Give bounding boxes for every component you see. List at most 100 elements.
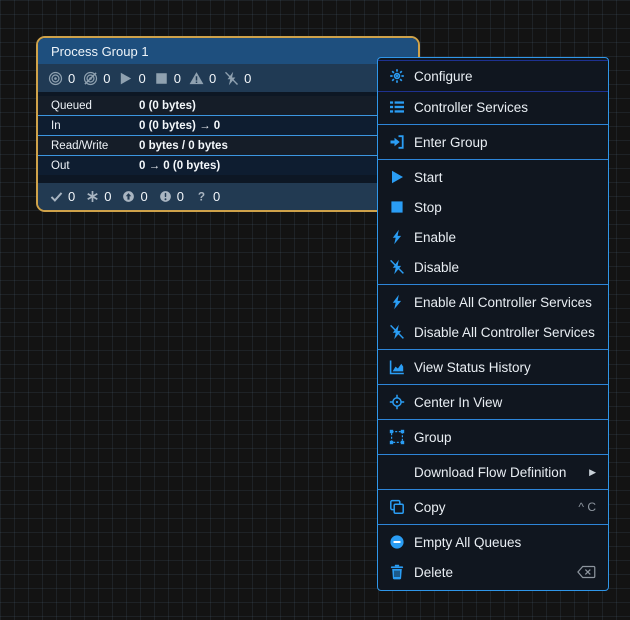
bullseye-slash-icon (83, 71, 98, 86)
menu-item-label: Stop (414, 199, 442, 215)
version-count: 0 (104, 189, 112, 204)
menu-item-disable[interactable]: Disable (378, 252, 608, 282)
stat-value: 0 → 0 (0 bytes) (139, 159, 221, 172)
menu-item-empty-all-queues[interactable]: Empty All Queues (378, 527, 608, 557)
stat-row-read-write: Read/Write 0 bytes / 0 bytes (38, 135, 418, 155)
process-group[interactable]: Process Group 1 0 0 0 0 0 0 Queued 0 (0 bytes… (36, 36, 420, 212)
version-count: 0 (212, 189, 221, 204)
menu-item-label: Copy (414, 499, 446, 515)
process-group-version-bar: 0 0 0 0 0 (38, 183, 418, 210)
warning-triangle-icon (189, 71, 204, 86)
minus-circle-icon (389, 534, 405, 550)
gear-icon (389, 68, 405, 84)
menu-item-label: Empty All Queues (414, 534, 522, 550)
status-count: 0 (68, 70, 76, 86)
menu-item-view-status-history[interactable]: View Status History (378, 352, 608, 382)
status-stop: 0 (154, 71, 181, 86)
status-bolt-slash: 0 (224, 71, 251, 86)
flow-canvas[interactable]: Process Group 1 0 0 0 0 0 0 Queued 0 (0 bytes… (0, 0, 630, 620)
play-icon (118, 71, 133, 86)
menu-item-enter-group[interactable]: Enter Group (378, 127, 608, 157)
version-count: 0 (176, 189, 184, 204)
menu-divider (378, 124, 608, 125)
menu-item-label: Disable (414, 259, 460, 275)
menu-item-controller-services[interactable]: Controller Services (378, 92, 608, 122)
stop-icon (389, 199, 405, 215)
check-icon (50, 190, 63, 203)
version-count: 0 (68, 189, 76, 204)
context-menu: Configure Controller Services Enter Grou… (377, 57, 609, 591)
stat-value: 0 bytes / 0 bytes (139, 139, 228, 152)
menu-item-center-in-view[interactable]: Center In View (378, 387, 608, 417)
menu-divider (378, 284, 608, 285)
play-icon (389, 169, 405, 185)
menu-item-label: Controller Services (414, 99, 529, 115)
crosshairs-icon (389, 394, 405, 410)
menu-item-download-flow-definition[interactable]: Download Flow Definition ▶ (378, 457, 608, 487)
stat-row-queued: Queued 0 (0 bytes) (38, 96, 418, 115)
version-arrow-up-circle: 0 (122, 189, 148, 204)
bolt-slash-icon (224, 71, 239, 86)
exclamation-circle-icon (159, 190, 172, 203)
menu-divider (378, 384, 608, 385)
process-group-stats-table: Queued 0 (0 bytes) In 0 (0 bytes) → 0 Re… (38, 96, 418, 175)
bolt-icon (389, 229, 405, 245)
menu-item-label: Download Flow Definition (414, 464, 567, 480)
list-icon (389, 99, 405, 115)
menu-item-label: View Status History (414, 359, 531, 375)
status-bullseye: 0 (48, 71, 75, 86)
menu-divider (378, 454, 608, 455)
arrow-up-circle-icon (122, 190, 135, 203)
version-question: 0 (195, 189, 220, 204)
status-bullseye-slash: 0 (83, 71, 110, 86)
menu-item-copy[interactable]: Copy ^ C (378, 492, 608, 522)
status-count: 0 (244, 70, 252, 86)
status-count: 0 (103, 70, 111, 86)
bolt-icon (389, 294, 405, 310)
menu-item-enable-all-controller-services[interactable]: Enable All Controller Services (378, 287, 608, 317)
bullseye-icon (48, 71, 63, 86)
stat-label: Queued (51, 99, 92, 112)
stat-value: 0 (0 bytes) → 0 (139, 119, 221, 132)
menu-shortcut (577, 565, 596, 579)
stat-label: Out (51, 159, 70, 172)
menu-item-stop[interactable]: Stop (378, 192, 608, 222)
copy-icon (389, 499, 405, 515)
process-group-header[interactable]: Process Group 1 (38, 38, 418, 64)
status-warning-triangle: 0 (189, 71, 216, 86)
menu-divider (378, 489, 608, 490)
menu-item-disable-all-controller-services[interactable]: Disable All Controller Services (378, 317, 608, 347)
menu-item-start[interactable]: Start (378, 162, 608, 192)
menu-item-label: Disable All Controller Services (414, 324, 595, 340)
version-check: 0 (50, 189, 75, 204)
menu-item-enable[interactable]: Enable (378, 222, 608, 252)
stat-label: Read/Write (51, 139, 109, 152)
menu-divider (378, 159, 608, 160)
menu-item-label: Configure (414, 68, 473, 84)
menu-divider (378, 524, 608, 525)
menu-item-label: Delete (414, 564, 454, 580)
status-play: 0 (118, 70, 146, 86)
bolt-slash-icon (389, 259, 405, 275)
process-group-title: Process Group 1 (51, 43, 149, 59)
process-group-status-bar: 0 0 0 0 0 0 (38, 64, 418, 92)
status-count: 0 (208, 70, 217, 86)
question-icon (195, 190, 208, 203)
asterisk-icon (86, 190, 99, 203)
menu-item-group[interactable]: Group (378, 422, 608, 452)
menu-item-delete[interactable]: Delete (378, 557, 608, 587)
enter-group-icon (389, 134, 405, 150)
menu-item-label: Enter Group (414, 134, 488, 150)
menu-item-label: Start (414, 169, 443, 185)
version-exclamation-circle: 0 (159, 189, 184, 204)
menu-divider (378, 349, 608, 350)
stat-row-out: Out 0 → 0 (0 bytes) (38, 155, 418, 175)
object-group-icon (389, 429, 405, 445)
version-count: 0 (140, 189, 148, 204)
status-count: 0 (173, 70, 181, 86)
menu-item-label: Enable All Controller Services (414, 294, 592, 310)
status-count: 0 (138, 70, 146, 86)
menu-divider (378, 419, 608, 420)
stat-value: 0 (0 bytes) (139, 99, 196, 112)
menu-item-configure[interactable]: Configure (378, 60, 608, 92)
